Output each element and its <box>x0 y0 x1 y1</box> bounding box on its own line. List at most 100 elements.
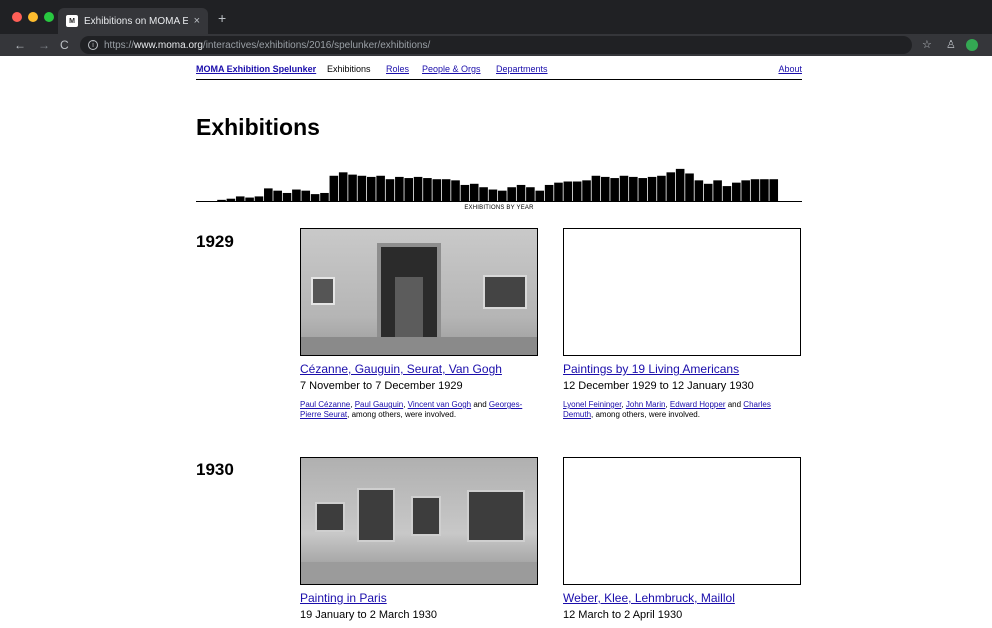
histogram-bar[interactable] <box>610 178 619 201</box>
browser-toolbar: ← → C i https://www.moma.org/interactive… <box>0 34 992 56</box>
histogram-bar[interactable] <box>479 187 488 201</box>
new-tab-icon[interactable]: + <box>218 11 226 25</box>
site-info-icon[interactable]: i <box>88 40 98 50</box>
histogram-bar[interactable] <box>526 187 535 201</box>
histogram-bar[interactable] <box>451 180 460 201</box>
histogram-bar[interactable] <box>629 176 638 201</box>
nav-link-people-orgs[interactable]: People & Orgs <box>422 64 481 74</box>
person-link[interactable]: Paul Cézanne <box>300 400 350 409</box>
exhibition-thumbnail[interactable] <box>300 457 538 585</box>
histogram-bar[interactable] <box>732 182 741 201</box>
histogram-bar[interactable] <box>703 183 713 201</box>
exhibitions-by-year-histogram[interactable] <box>196 162 802 202</box>
profile-avatar-icon[interactable] <box>966 39 978 51</box>
forward-arrow-icon[interactable]: → <box>38 37 50 53</box>
person-link[interactable]: Edward Hopper <box>670 400 726 409</box>
reload-icon[interactable]: C <box>60 37 69 53</box>
histogram-bar[interactable] <box>638 178 648 201</box>
histogram-bar[interactable] <box>572 181 582 202</box>
histogram-bar[interactable] <box>423 178 432 201</box>
address-bar[interactable]: i https://www.moma.org/interactives/exhi… <box>80 36 912 54</box>
histogram-bar[interactable] <box>273 190 282 201</box>
exhibition-people: Paul Cézanne, Paul Gauguin, Vincent van … <box>300 400 523 419</box>
histogram-bar[interactable] <box>516 184 526 201</box>
histogram-bar[interactable] <box>395 176 404 201</box>
histogram-bar[interactable] <box>301 190 311 201</box>
histogram-bar[interactable] <box>760 179 769 201</box>
exhibition-thumbnail[interactable] <box>300 228 538 356</box>
histogram-bar[interactable] <box>226 198 236 201</box>
histogram-bar[interactable] <box>264 188 273 201</box>
nav-link-roles[interactable]: Roles <box>386 64 409 74</box>
histogram-bar[interactable] <box>535 190 545 201</box>
histogram-bar[interactable] <box>385 179 395 201</box>
histogram-bar[interactable] <box>722 186 732 201</box>
histogram-bar[interactable] <box>404 178 414 201</box>
person-link[interactable]: Lyonel Feininger <box>563 400 621 409</box>
histogram-bar[interactable] <box>498 190 507 201</box>
histogram-bar[interactable] <box>675 168 685 201</box>
histogram-bar[interactable] <box>329 175 339 201</box>
histogram-bar[interactable] <box>554 182 563 201</box>
exhibition-title-link[interactable]: Weber, Klee, Lehmbruck, Maillol <box>563 591 801 605</box>
exhibition-title-link[interactable]: Painting in Paris <box>300 591 538 605</box>
histogram-bar[interactable] <box>769 179 779 201</box>
histogram-bar[interactable] <box>694 180 704 201</box>
histogram-bar[interactable] <box>657 175 666 201</box>
url-text: https://www.moma.org/interactives/exhibi… <box>104 40 430 51</box>
minimize-window-button[interactable] <box>28 12 38 22</box>
histogram-bar[interactable] <box>357 175 367 201</box>
gallery-photo <box>301 229 537 355</box>
browser-tab[interactable]: M Exhibitions on MOMA Exhibitio × <box>58 8 208 34</box>
histogram-bar[interactable] <box>432 179 442 201</box>
histogram-bar[interactable] <box>282 192 292 201</box>
histogram-bar[interactable] <box>366 176 376 201</box>
histogram-bar[interactable] <box>600 176 610 201</box>
histogram-bar[interactable] <box>713 180 722 201</box>
histogram-bar[interactable] <box>460 184 470 201</box>
bookmark-star-icon[interactable]: ☆ <box>922 37 932 53</box>
histogram-bar[interactable] <box>563 181 573 202</box>
nav-link-departments[interactable]: Departments <box>496 64 548 74</box>
histogram-bar[interactable] <box>507 187 516 201</box>
exhibition-thumbnail[interactable] <box>563 457 801 585</box>
histogram-bar[interactable] <box>245 197 254 201</box>
histogram-bar[interactable] <box>348 174 357 201</box>
histogram-bar[interactable] <box>591 175 601 201</box>
close-window-button[interactable] <box>12 12 22 22</box>
histogram-bar[interactable] <box>441 179 451 201</box>
browser-chrome: M Exhibitions on MOMA Exhibitio × + ← → … <box>0 0 992 56</box>
person-link[interactable]: Vincent van Gogh <box>408 400 471 409</box>
tab-close-icon[interactable]: × <box>194 15 200 27</box>
histogram-bar[interactable] <box>685 173 694 201</box>
histogram-bar[interactable] <box>413 176 423 201</box>
person-link[interactable]: John Marin <box>626 400 666 409</box>
exhibition-title-link[interactable]: Cézanne, Gauguin, Seurat, Van Gogh <box>300 362 538 376</box>
histogram-bar[interactable] <box>376 175 385 201</box>
histogram-bar[interactable] <box>750 179 760 201</box>
histogram-bar[interactable] <box>647 176 657 201</box>
histogram-bar[interactable] <box>320 192 329 201</box>
histogram-bar[interactable] <box>741 180 750 201</box>
histogram-bar[interactable] <box>582 180 591 201</box>
extension-icon[interactable]: ♙ <box>946 37 956 53</box>
exhibition-thumbnail[interactable] <box>563 228 801 356</box>
histogram-bar[interactable] <box>619 175 629 201</box>
maximize-window-button[interactable] <box>44 12 54 22</box>
histogram-bar[interactable] <box>544 184 554 201</box>
person-link[interactable]: Paul Gauguin <box>355 400 403 409</box>
histogram-bar[interactable] <box>666 172 676 201</box>
histogram-bar[interactable] <box>235 196 245 201</box>
nav-link-about[interactable]: About <box>778 64 802 74</box>
histogram-bar[interactable] <box>469 183 479 201</box>
histogram-bar[interactable] <box>217 199 226 201</box>
exhibition-dates: 19 January to 2 March 1930 <box>300 609 437 621</box>
histogram-bar[interactable] <box>338 172 348 201</box>
histogram-bar[interactable] <box>254 196 264 201</box>
exhibition-title-link[interactable]: Paintings by 19 Living Americans <box>563 362 801 376</box>
histogram-bar[interactable] <box>488 189 498 201</box>
histogram-bar[interactable] <box>292 189 301 201</box>
histogram-bar[interactable] <box>310 194 320 201</box>
back-arrow-icon[interactable]: ← <box>14 37 26 53</box>
nav-link-home[interactable]: MOMA Exhibition Spelunker <box>196 64 316 74</box>
